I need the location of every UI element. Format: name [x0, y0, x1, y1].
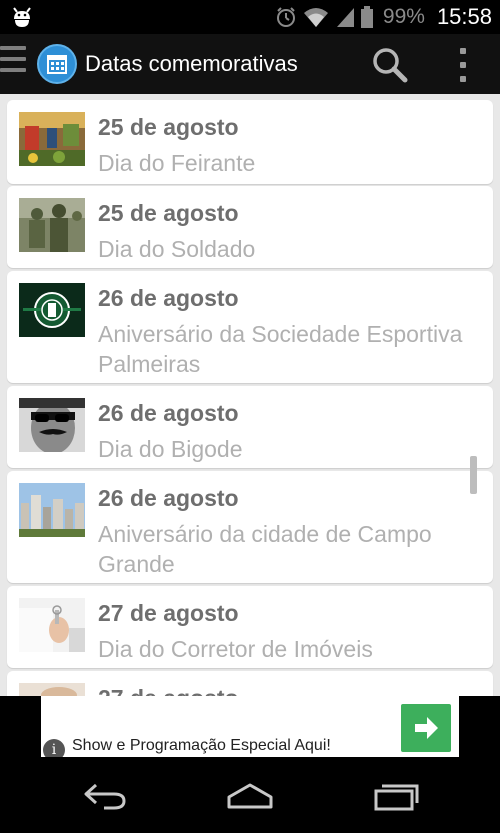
thumbnail-image	[19, 283, 85, 337]
thumbnail-image	[19, 483, 85, 537]
overflow-menu-icon[interactable]	[452, 48, 474, 82]
event-date: 26 de agosto	[98, 285, 239, 311]
thumbnail-image	[19, 598, 85, 652]
scrollbar[interactable]	[470, 456, 477, 494]
list-item[interactable]: 26 de agosto Aniversário da cidade de Ca…	[7, 471, 493, 583]
app-title: Datas comemorativas	[85, 51, 298, 76]
clock: 15:58	[436, 4, 492, 29]
event-name: Aniversário da Sociedade Esportiva Palme…	[98, 321, 463, 377]
menu-icon[interactable]	[0, 46, 26, 84]
event-date: 26 de agosto	[98, 485, 239, 511]
list-item[interactable]: 26 de agosto Dia do Bigode	[7, 386, 493, 468]
event-date: 27 de agosto	[98, 600, 239, 626]
home-icon[interactable]	[225, 779, 275, 813]
ad-open-button[interactable]	[401, 704, 451, 752]
back-icon[interactable]	[80, 779, 130, 813]
thumbnail-image	[19, 112, 85, 166]
event-date: 27 de agosto	[98, 685, 239, 696]
ad-text[interactable]: Show e Programação Especial Aqui!	[72, 737, 331, 755]
action-bar: Datas comemorativas	[0, 34, 500, 94]
battery-icon	[360, 6, 373, 28]
calendar-icon[interactable]	[37, 44, 77, 84]
event-date: 25 de agosto	[98, 200, 239, 226]
events-list: 25 de agosto Dia do Feirante 25 de agost…	[0, 94, 500, 696]
event-name: Dia do Corretor de Imóveis	[98, 636, 373, 662]
navigation-bar	[0, 757, 500, 833]
status-bar: 99% 15:58	[0, 0, 500, 34]
thumbnail-image	[19, 683, 85, 696]
thumbnail-image	[19, 398, 85, 452]
signal-icon	[336, 8, 354, 27]
event-name: Dia do Soldado	[98, 236, 256, 262]
arrow-right-icon	[415, 717, 438, 739]
event-name: Dia do Bigode	[98, 436, 243, 462]
thumbnail-image	[19, 198, 85, 252]
ad-area: i Show e Programação Especial Aqui!	[0, 696, 500, 757]
info-icon[interactable]: i	[43, 739, 65, 757]
list-item[interactable]: 27 de agosto Dia do Corretor de Imóveis	[7, 586, 493, 668]
list-item[interactable]: 25 de agosto Dia do Feirante	[7, 100, 493, 184]
search-icon[interactable]	[370, 46, 410, 84]
wifi-icon	[303, 8, 328, 27]
recent-apps-icon[interactable]	[372, 779, 422, 813]
event-name: Aniversário da cidade de Campo Grande	[98, 521, 432, 577]
event-name: Dia do Feirante	[98, 150, 256, 176]
list-item[interactable]: 27 de agosto	[7, 671, 493, 696]
alarm-icon	[276, 7, 295, 27]
event-date: 25 de agosto	[98, 114, 239, 140]
list-item[interactable]: 26 de agosto Aniversário da Sociedade Es…	[7, 271, 493, 383]
event-date: 26 de agosto	[98, 400, 239, 426]
ad-banner[interactable]: i Show e Programação Especial Aqui!	[41, 696, 459, 757]
battery-percent: 99%	[382, 5, 425, 28]
list-item[interactable]: 25 de agosto Dia do Soldado	[7, 186, 493, 268]
android-debug-icon	[13, 7, 31, 27]
